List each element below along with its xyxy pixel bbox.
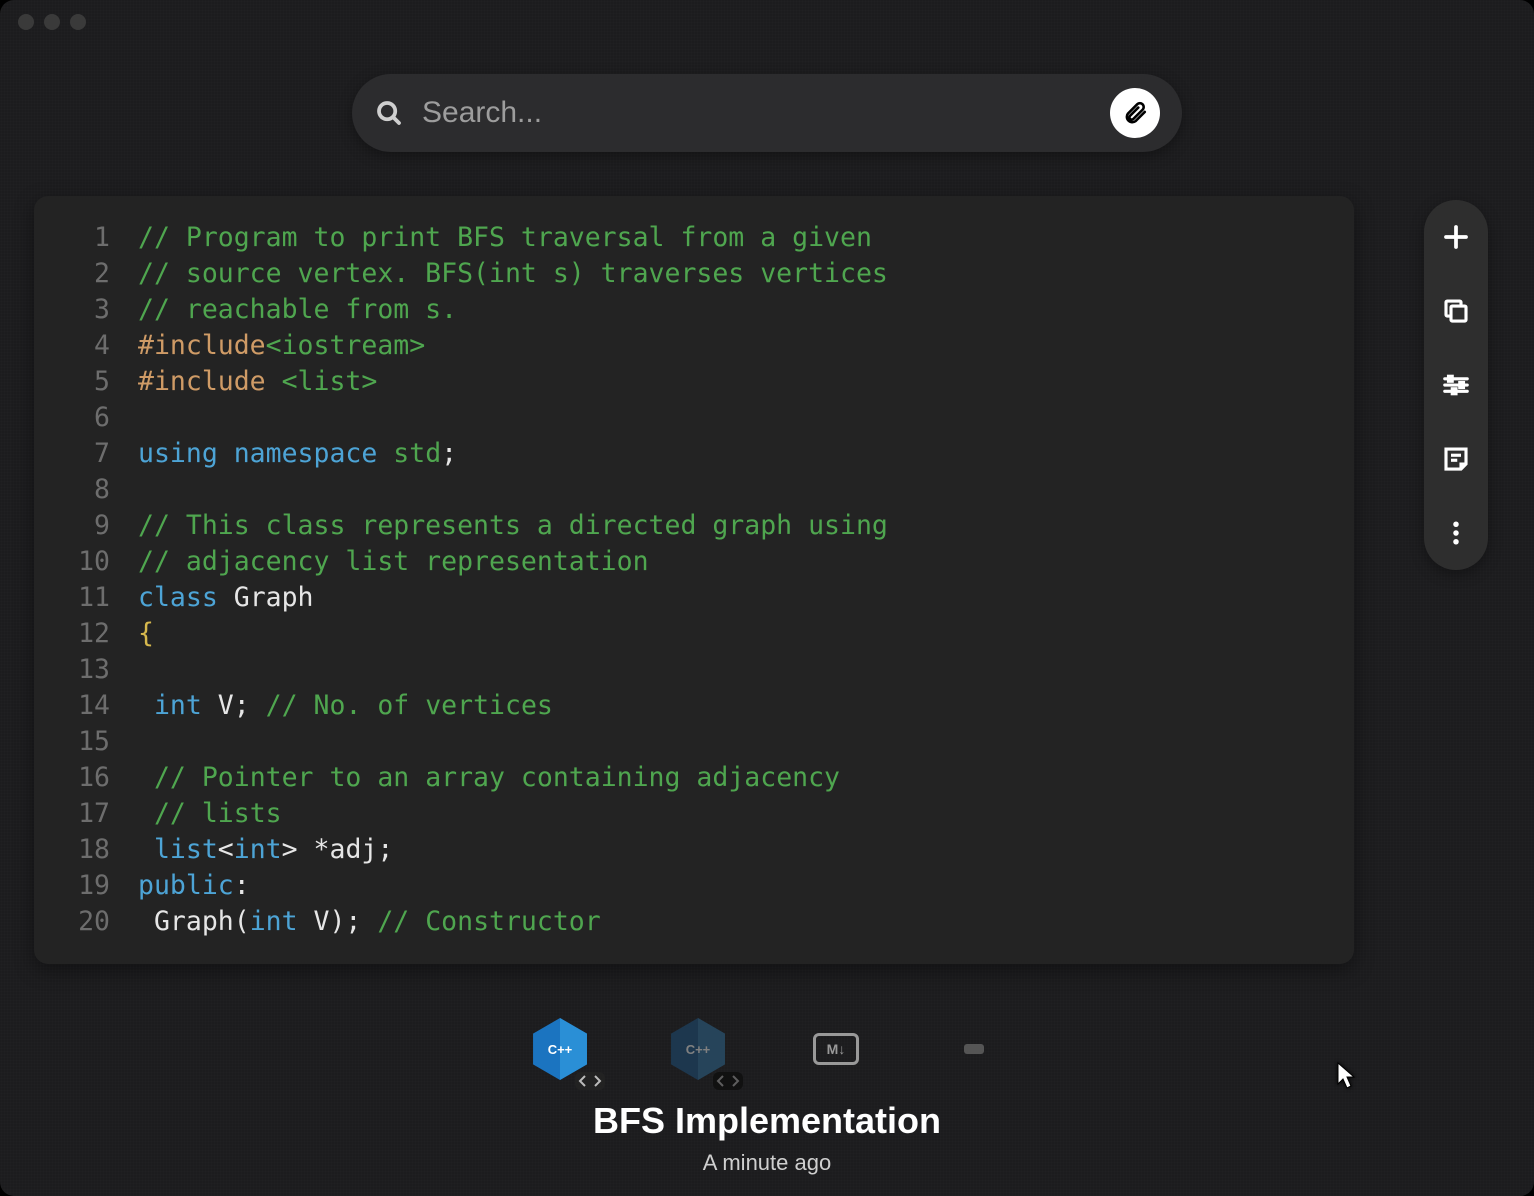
code-line: 3 // reachable from s. — [60, 292, 1328, 328]
code-line: 6 — [60, 400, 1328, 436]
code-content: #include <list> — [138, 364, 1328, 400]
code-line: 19 public: — [60, 868, 1328, 904]
line-number: 5 — [60, 364, 110, 400]
line-number: 19 — [60, 868, 110, 904]
traffic-light-max[interactable] — [70, 14, 86, 30]
actions-bar — [1424, 200, 1488, 570]
code-line: 13 — [60, 652, 1328, 688]
line-number: 7 — [60, 436, 110, 472]
attach-button[interactable] — [1110, 88, 1160, 138]
code-content: public: — [138, 868, 1328, 904]
file-thumbnails: C++ C++ M↓ — [525, 1014, 1009, 1084]
file-thumb-markdown[interactable]: M↓ — [801, 1014, 871, 1084]
search-bar[interactable] — [352, 74, 1182, 152]
code-content — [138, 472, 1328, 508]
code-line: 9 // This class represents a directed gra… — [60, 508, 1328, 544]
code-content: list<int> *adj; — [138, 832, 1328, 868]
code-line: 18 list<int> *adj; — [60, 832, 1328, 868]
code-content: // This class represents a directed grap… — [138, 508, 1328, 544]
line-number: 6 — [60, 400, 110, 436]
line-number: 2 — [60, 256, 110, 292]
search-input[interactable] — [420, 95, 1094, 131]
code-line: 17 // lists — [60, 796, 1328, 832]
code-content: class Graph — [138, 580, 1328, 616]
code-content: #include<iostream> — [138, 328, 1328, 364]
file-title: BFS Implementation — [593, 1100, 941, 1142]
code-panel[interactable]: 1 // Program to print BFS traversal from … — [34, 196, 1354, 964]
code-content: // Program to print BFS traversal from a… — [138, 220, 1328, 256]
code-line: 2 // source vertex. BFS(int s) traverses … — [60, 256, 1328, 292]
line-number: 9 — [60, 508, 110, 544]
settings-button[interactable] — [1441, 370, 1471, 400]
code-line: 12 { — [60, 616, 1328, 652]
search-icon — [374, 98, 404, 128]
app-window: 1 // Program to print BFS traversal from … — [0, 0, 1534, 1196]
code-content: { — [138, 616, 1328, 652]
traffic-light-close[interactable] — [18, 14, 34, 30]
code-content — [138, 400, 1328, 436]
file-timestamp: A minute ago — [703, 1150, 831, 1176]
line-number: 12 — [60, 616, 110, 652]
code-line: 7 using namespace std; — [60, 436, 1328, 472]
line-number: 8 — [60, 472, 110, 508]
code-line: 14 int V; // No. of vertices — [60, 688, 1328, 724]
code-line: 20 Graph(int V); // Constructor — [60, 904, 1328, 940]
file-thumb-cpp[interactable]: C++ — [663, 1014, 733, 1084]
code-line: 5 #include <list> — [60, 364, 1328, 400]
code-content: // Pointer to an array containing adjace… — [138, 760, 1328, 796]
line-number: 10 — [60, 544, 110, 580]
traffic-light-min[interactable] — [44, 14, 60, 30]
line-number: 13 — [60, 652, 110, 688]
add-button[interactable] — [1441, 222, 1471, 252]
code-line: 4 #include<iostream> — [60, 328, 1328, 364]
copy-button[interactable] — [1441, 296, 1471, 326]
line-number: 15 — [60, 724, 110, 760]
line-number: 16 — [60, 760, 110, 796]
footer: C++ C++ M↓ BFS Implementation A minute a… — [0, 1014, 1534, 1176]
code-content — [138, 652, 1328, 688]
code-content: // source vertex. BFS(int s) traverses v… — [138, 256, 1328, 292]
file-thumb-cpp-active[interactable]: C++ — [525, 1014, 595, 1084]
code-content — [138, 724, 1328, 760]
line-number: 17 — [60, 796, 110, 832]
line-number: 11 — [60, 580, 110, 616]
code-line: 16 // Pointer to an array containing adj… — [60, 760, 1328, 796]
code-content: int V; // No. of vertices — [138, 688, 1328, 724]
line-number: 3 — [60, 292, 110, 328]
titlebar — [0, 0, 1534, 44]
line-number: 1 — [60, 220, 110, 256]
code-line: 10 // adjacency list representation — [60, 544, 1328, 580]
file-thumb-misc[interactable] — [939, 1014, 1009, 1084]
code-line: 1 // Program to print BFS traversal from … — [60, 220, 1328, 256]
more-button[interactable] — [1441, 518, 1471, 548]
line-number: 14 — [60, 688, 110, 724]
line-number: 18 — [60, 832, 110, 868]
note-button[interactable] — [1441, 444, 1471, 474]
markdown-icon: M↓ — [827, 1041, 846, 1057]
line-number: 4 — [60, 328, 110, 364]
code-content: using namespace std; — [138, 436, 1328, 472]
code-line: 11 class Graph — [60, 580, 1328, 616]
code-content: // adjacency list representation — [138, 544, 1328, 580]
code-line: 8 — [60, 472, 1328, 508]
code-content: // lists — [138, 796, 1328, 832]
code-content: // reachable from s. — [138, 292, 1328, 328]
line-number: 20 — [60, 904, 110, 940]
code-line: 15 — [60, 724, 1328, 760]
code-content: Graph(int V); // Constructor — [138, 904, 1328, 940]
